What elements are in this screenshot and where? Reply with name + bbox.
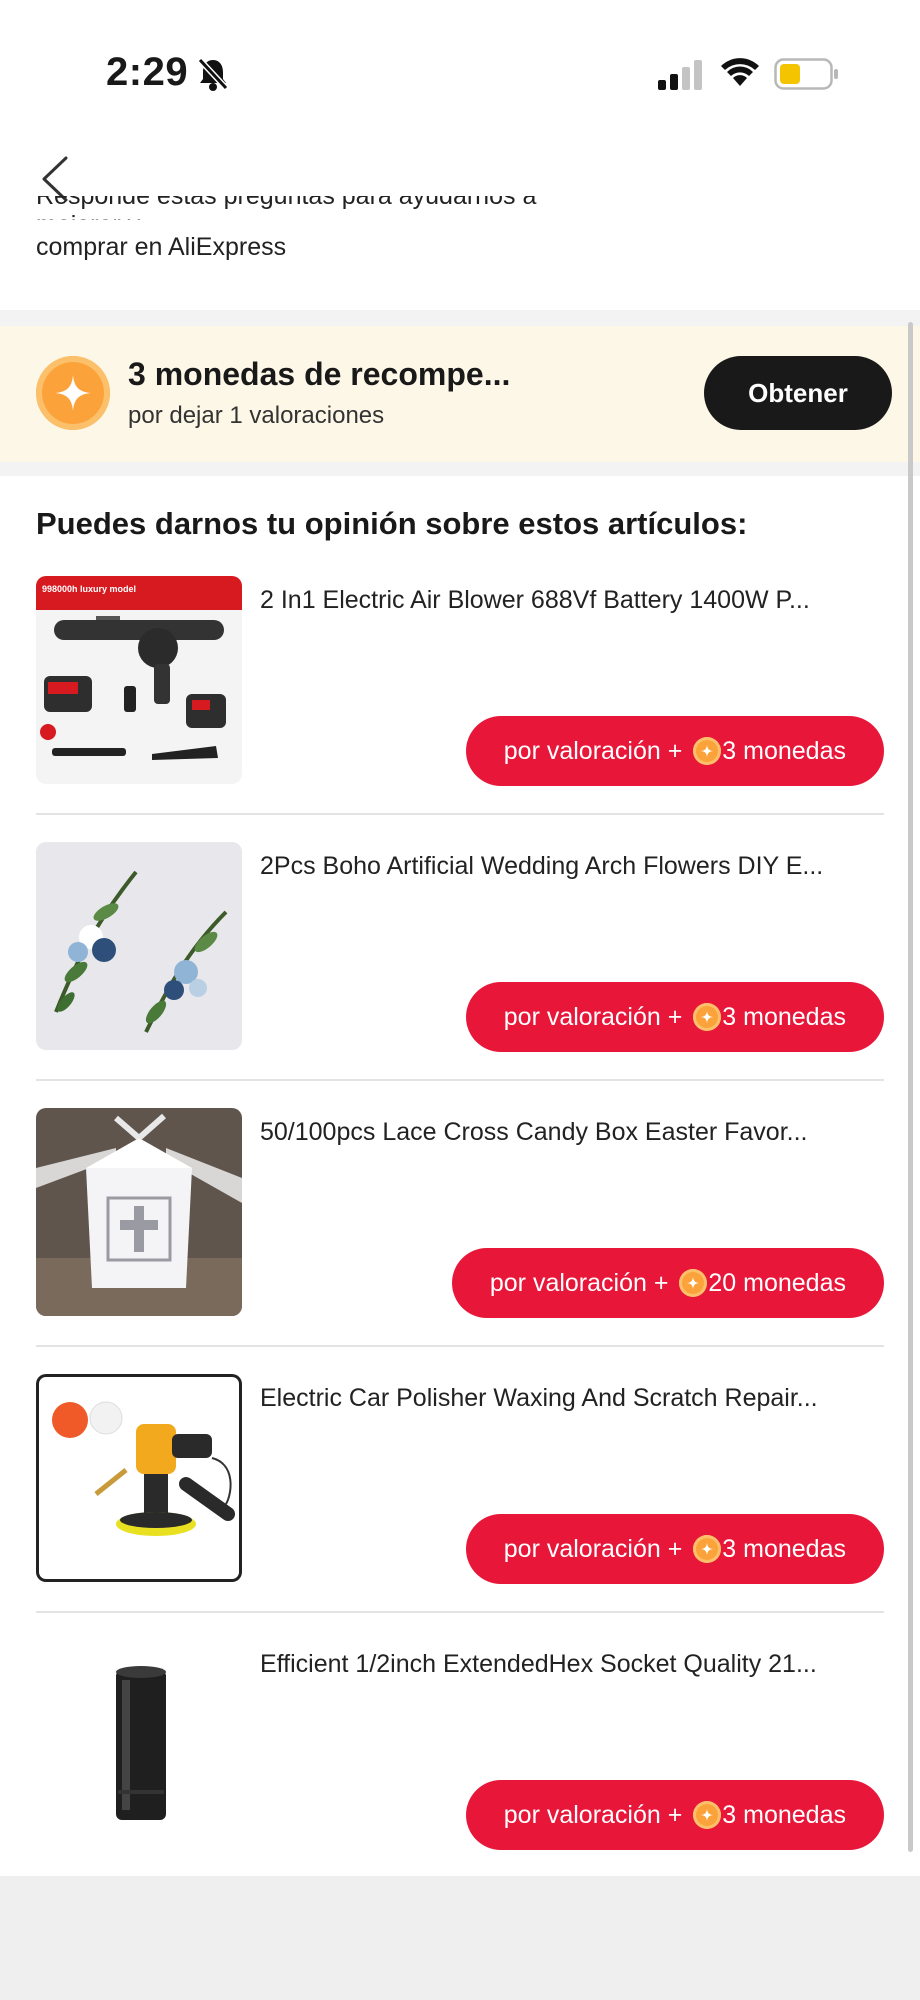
review-button-coins: 20 monedas (708, 1268, 846, 1297)
item-divider (36, 813, 884, 815)
battery-icon (774, 58, 838, 90)
item-divider (36, 1079, 884, 1081)
status-time: 2:29 (106, 50, 189, 94)
intro-partial-line: Responde estas preguntas para ayudarnos … (36, 196, 537, 220)
item-divider (36, 1611, 884, 1613)
product-name[interactable]: Efficient 1/2inch ExtendedHex Socket Qua… (260, 1650, 884, 1679)
review-button[interactable]: por valoración + 3 monedas (465, 1780, 884, 1850)
review-button-coins: 3 monedas (722, 1002, 846, 1031)
list-item[interactable]: 2Pcs Boho Artificial Wedding Arch Flower… (36, 842, 884, 1106)
product-image[interactable] (36, 1374, 242, 1582)
coin-icon (693, 737, 722, 765)
coin-icon (679, 1269, 708, 1297)
product-image[interactable] (36, 1108, 242, 1316)
review-button[interactable]: por valoración + 3 monedas (465, 982, 884, 1052)
review-button-label: por valoración + (503, 1002, 683, 1031)
review-button[interactable]: por valoración + 20 monedas (451, 1248, 884, 1318)
product-name[interactable]: 2Pcs Boho Artificial Wedding Arch Flower… (260, 852, 884, 881)
bell-muted-icon (197, 57, 229, 91)
review-button[interactable]: por valoración + 3 monedas (465, 716, 884, 786)
review-button-label: por valoración + (503, 1534, 683, 1563)
obtain-button[interactable]: Obtener (704, 356, 892, 430)
review-button-coins: 3 monedas (722, 736, 846, 765)
list-item[interactable]: 998000h luxury model 2 In1 Electric Air … (36, 576, 884, 840)
section-divider (0, 462, 920, 476)
review-button-coins: 3 monedas (722, 1800, 846, 1829)
product-name[interactable]: 2 In1 Electric Air Blower 688Vf Battery … (260, 586, 884, 615)
status-bar: 2:29 (0, 0, 920, 150)
item-divider (36, 1345, 884, 1347)
coin-icon (693, 1801, 722, 1829)
review-button[interactable]: por valoración + 3 monedas (465, 1514, 884, 1584)
product-image[interactable] (36, 842, 242, 1050)
footer-area (0, 1876, 920, 2000)
reward-title: 3 monedas de recompe... (128, 356, 511, 392)
cellular-signal-icon (658, 60, 702, 90)
section-divider (0, 310, 920, 326)
review-button-label: por valoración + (503, 736, 683, 765)
wifi-icon (721, 58, 759, 86)
product-image[interactable]: 998000h luxury model (36, 576, 242, 784)
section-title: Puedes darnos tu opinión sobre estos art… (36, 506, 748, 541)
review-button-coins: 3 monedas (722, 1534, 846, 1563)
coin-icon (36, 356, 110, 430)
product-name[interactable]: Electric Car Polisher Waxing And Scratch… (260, 1384, 884, 1413)
coin-icon (693, 1003, 722, 1031)
reward-subtitle: por dejar 1 valoraciones (128, 402, 385, 429)
list-item[interactable]: 50/100pcs Lace Cross Candy Box Easter Fa… (36, 1108, 884, 1372)
list-item[interactable]: Electric Car Polisher Waxing And Scratch… (36, 1374, 884, 1638)
product-image[interactable] (36, 1640, 242, 1848)
product-name[interactable]: 50/100pcs Lace Cross Candy Box Easter Fa… (260, 1118, 884, 1147)
intro-text: comprar en AliExpress (36, 233, 287, 261)
review-button-label: por valoración + (489, 1268, 669, 1297)
scrollbar[interactable] (908, 322, 913, 1852)
list-item[interactable]: Efficient 1/2inch ExtendedHex Socket Qua… (36, 1640, 884, 1904)
coin-icon (693, 1535, 722, 1563)
review-button-label: por valoración + (503, 1800, 683, 1829)
